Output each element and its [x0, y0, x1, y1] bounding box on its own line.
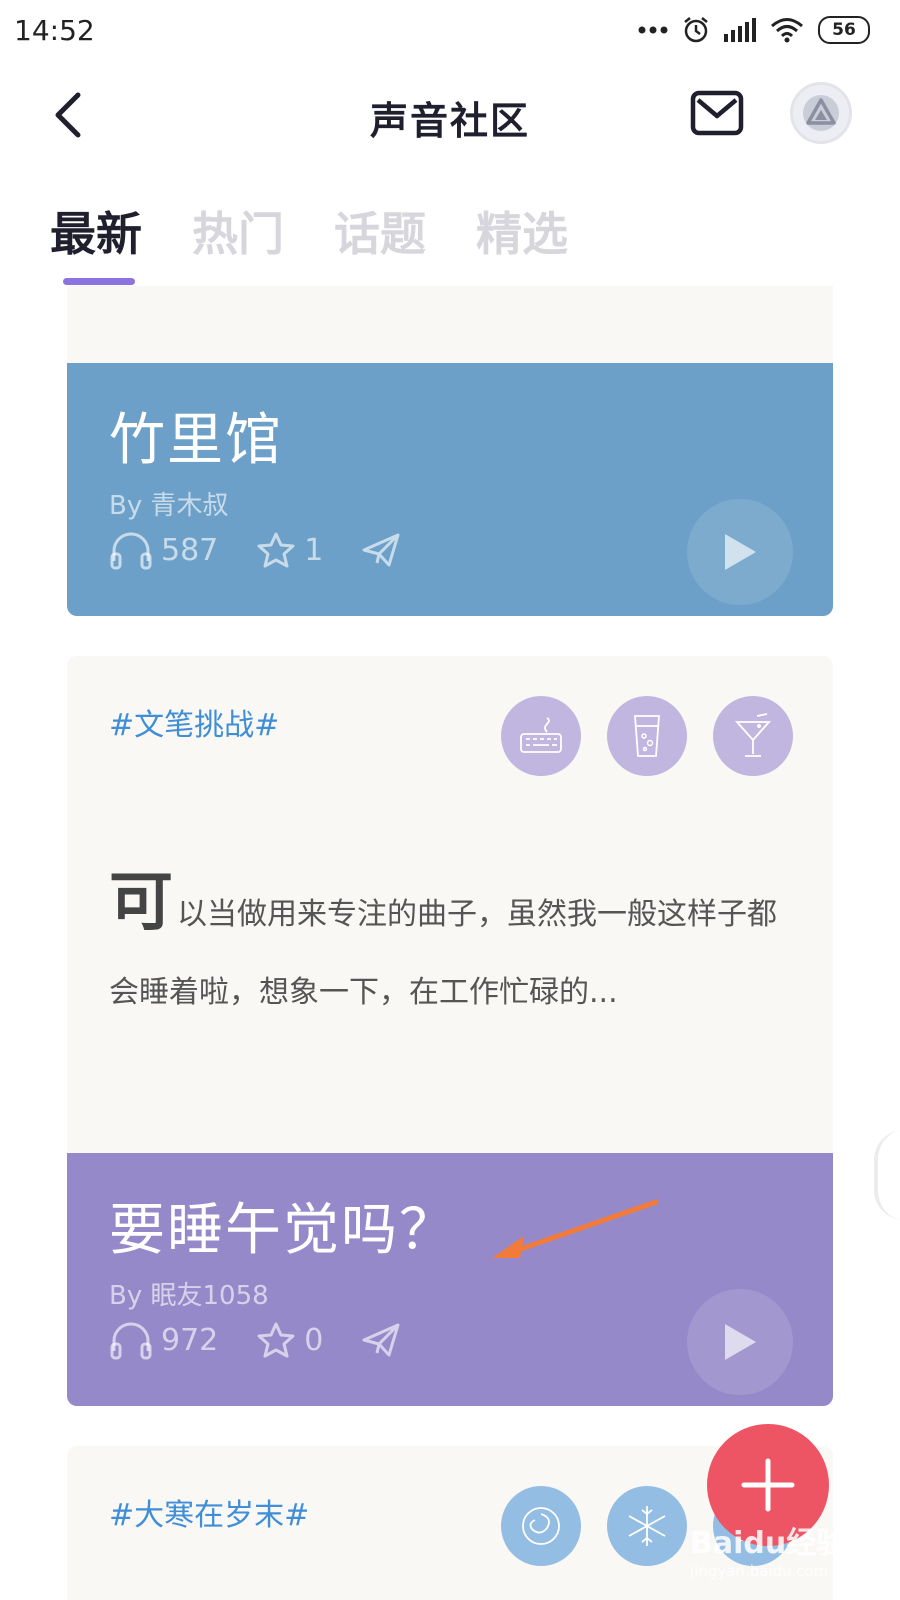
favorite-count-value: 1 [304, 532, 324, 568]
mail-icon [690, 90, 744, 136]
play-button[interactable] [687, 1289, 793, 1395]
share-button[interactable] [361, 532, 409, 568]
top-nav-bar: 声音社区 [0, 70, 900, 160]
post-banner: 要睡午觉吗？ By 眠友1058 972 0 [67, 1153, 833, 1406]
excerpt-dropcap: 可 [109, 866, 173, 940]
more-dots-icon [638, 26, 668, 34]
share-button[interactable] [361, 1322, 409, 1358]
messages-button[interactable] [690, 90, 744, 136]
post-card[interactable]: #文笔挑战# 可以当做用来专注的曲子，虽然我一般这样子都会睡着啦，想象一下，在工… [67, 656, 833, 1406]
triangle-logo-icon [803, 95, 839, 131]
play-count: 972 [109, 1319, 218, 1361]
paper-plane-icon [362, 533, 400, 567]
headphones-icon [110, 532, 152, 570]
post-title: 竹里馆 [109, 408, 283, 473]
play-button[interactable] [687, 499, 793, 605]
post-stats: 587 1 [109, 529, 447, 571]
watermark-text: Baidu经验 [690, 1526, 847, 1561]
tab-featured[interactable]: 精选 [476, 198, 568, 264]
star-icon [257, 532, 295, 568]
watermark: Baidu经验 jingyan.baidu.com [690, 1518, 846, 1580]
snowflake-icon [607, 1486, 687, 1566]
play-icon [725, 1324, 756, 1360]
wifi-icon [771, 18, 803, 43]
plus-icon [741, 1458, 795, 1512]
status-bar: 14:52 56 [0, 0, 900, 64]
post-title: 要睡午觉吗？ [109, 1198, 457, 1263]
post-author: By 眠友1058 [109, 1281, 269, 1311]
page-title: 声音社区 [369, 99, 530, 143]
post-banner: 竹里馆 By 青木叔 587 1 [67, 363, 833, 616]
excerpt-text: 以当做用来专注的曲子，虽然我一般这样子都会睡着啦，想象一下，在工作忙碌的... [109, 897, 777, 1010]
tab-topics[interactable]: 话题 [334, 198, 426, 264]
post-author: By 青木叔 [109, 491, 229, 521]
star-icon [257, 1322, 295, 1358]
tab-latest[interactable]: 最新 [50, 198, 142, 264]
signal-icon [724, 18, 756, 42]
favorite-count[interactable]: 0 [256, 1321, 323, 1359]
play-count: 587 [109, 529, 218, 571]
battery-indicator: 56 [818, 16, 870, 44]
play-icon [725, 534, 756, 570]
play-count-value: 972 [161, 1322, 219, 1358]
topic-tag[interactable]: #文笔挑战# [109, 700, 279, 744]
favorite-count[interactable]: 1 [256, 531, 323, 569]
tab-popular[interactable]: 热门 [192, 198, 284, 264]
status-icons: 56 [638, 16, 870, 44]
headphones-icon [110, 1322, 152, 1360]
status-time: 14:52 [14, 14, 95, 47]
favorite-count-value: 0 [304, 1322, 324, 1358]
post-card[interactable]: 竹里馆 By 青木叔 587 1 [67, 286, 833, 616]
drink-glass-icon [607, 696, 687, 776]
swirl-icon [501, 1486, 581, 1566]
watermark-url: jingyan.baidu.com [690, 1562, 829, 1580]
paper-plane-icon [362, 1323, 400, 1357]
side-drawer-handle[interactable] [874, 1130, 900, 1220]
post-stats: 972 0 [109, 1319, 447, 1361]
user-avatar[interactable] [790, 82, 852, 144]
play-count-value: 587 [161, 532, 219, 568]
category-tabs: 最新 热门 话题 精选 [50, 198, 568, 264]
active-tab-indicator [63, 278, 135, 285]
cocktail-icon [713, 696, 793, 776]
topic-tag[interactable]: #大寒在岁末# [109, 1490, 309, 1534]
annotation-arrow-icon [492, 1199, 659, 1258]
post-excerpt: 可以当做用来专注的曲子，虽然我一般这样子都会睡着啦，想象一下，在工作忙碌的... [109, 864, 799, 1032]
alarm-icon [684, 17, 708, 43]
topic-icons [501, 696, 793, 776]
keyboard-icon [501, 696, 581, 776]
